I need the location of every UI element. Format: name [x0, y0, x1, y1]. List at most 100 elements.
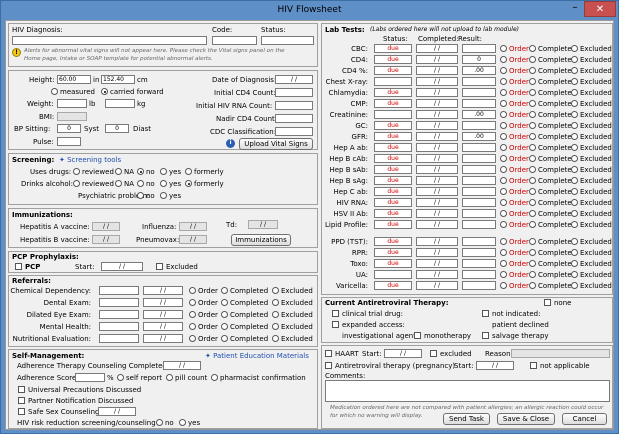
- lab-result-field[interactable]: [462, 270, 496, 279]
- risk-no-radio[interactable]: [156, 419, 163, 426]
- not-applicable-checkbox[interactable]: [530, 362, 537, 369]
- lab-excluded-radio[interactable]: [571, 56, 578, 63]
- haart-start-field[interactable]: / /: [384, 349, 422, 358]
- measured-radio[interactable]: [51, 88, 58, 95]
- lab-result-field[interactable]: [462, 259, 496, 268]
- lab-completed-date[interactable]: / /: [416, 99, 458, 108]
- risk-yes-radio[interactable]: [179, 419, 186, 426]
- expanded-access-checkbox[interactable]: [332, 321, 339, 328]
- referral-completed-radio[interactable]: [221, 335, 228, 342]
- referral-note-field[interactable]: [99, 298, 139, 307]
- universal-precautions-checkbox[interactable]: [18, 386, 25, 393]
- lab-completed-date[interactable]: / /: [416, 187, 458, 196]
- not-indicated-checkbox[interactable]: [482, 310, 489, 317]
- height-cm-field[interactable]: 152.40: [101, 75, 135, 84]
- bp-diastolic-field[interactable]: 0: [105, 124, 129, 133]
- lab-completed-radio[interactable]: [529, 199, 536, 206]
- pregnancy-start-field[interactable]: / /: [476, 361, 514, 370]
- lab-completed-radio[interactable]: [529, 260, 536, 267]
- lab-completed-date[interactable]: / /: [416, 121, 458, 130]
- lab-order-radio[interactable]: [500, 111, 507, 118]
- lab-completed-date[interactable]: / /: [416, 248, 458, 257]
- lab-excluded-radio[interactable]: [571, 89, 578, 96]
- drugs-reviewed-radio[interactable]: [73, 168, 80, 175]
- referral-note-field[interactable]: [99, 310, 139, 319]
- lab-result-field[interactable]: [462, 165, 496, 174]
- referral-date-field[interactable]: / /: [143, 310, 183, 319]
- referral-order-radio[interactable]: [189, 287, 196, 294]
- pcp-start-field[interactable]: / /: [101, 262, 143, 271]
- lab-excluded-radio[interactable]: [571, 238, 578, 245]
- alcohol-na-radio[interactable]: [115, 180, 122, 187]
- referral-excluded-radio[interactable]: [272, 323, 279, 330]
- safe-sex-date[interactable]: / /: [98, 407, 136, 416]
- lab-excluded-radio[interactable]: [571, 177, 578, 184]
- drugs-no-radio[interactable]: [137, 168, 144, 175]
- lab-result-field[interactable]: [462, 198, 496, 207]
- lab-order-radio[interactable]: [500, 166, 507, 173]
- lab-completed-radio[interactable]: [529, 89, 536, 96]
- clinical-trial-checkbox[interactable]: [332, 310, 339, 317]
- drugs-na-radio[interactable]: [115, 168, 122, 175]
- referral-date-field[interactable]: / /: [143, 286, 183, 295]
- referral-excluded-radio[interactable]: [272, 299, 279, 306]
- lab-completed-radio[interactable]: [529, 166, 536, 173]
- lab-excluded-radio[interactable]: [571, 144, 578, 151]
- lab-completed-radio[interactable]: [529, 210, 536, 217]
- lab-excluded-radio[interactable]: [571, 221, 578, 228]
- lab-completed-date[interactable]: / /: [416, 198, 458, 207]
- send-task-button[interactable]: Send Task: [443, 413, 490, 425]
- lab-excluded-radio[interactable]: [571, 100, 578, 107]
- lab-result-field[interactable]: .00: [462, 66, 496, 75]
- lab-order-radio[interactable]: [500, 249, 507, 256]
- haart-checkbox[interactable]: [325, 350, 332, 357]
- comments-field[interactable]: [325, 380, 610, 402]
- lab-result-field[interactable]: [462, 154, 496, 163]
- lab-completed-date[interactable]: / /: [416, 270, 458, 279]
- haart-excluded-checkbox[interactable]: [430, 350, 437, 357]
- lab-order-radio[interactable]: [500, 100, 507, 107]
- lab-completed-date[interactable]: / /: [416, 209, 458, 218]
- lab-excluded-radio[interactable]: [571, 133, 578, 140]
- lab-result-field[interactable]: [462, 176, 496, 185]
- referral-completed-radio[interactable]: [221, 299, 228, 306]
- lab-excluded-radio[interactable]: [571, 282, 578, 289]
- lab-order-radio[interactable]: [500, 144, 507, 151]
- referral-excluded-radio[interactable]: [272, 311, 279, 318]
- lab-result-field[interactable]: [462, 187, 496, 196]
- lab-completed-radio[interactable]: [529, 155, 536, 162]
- referral-excluded-radio[interactable]: [272, 335, 279, 342]
- lab-completed-radio[interactable]: [529, 177, 536, 184]
- lab-excluded-radio[interactable]: [571, 166, 578, 173]
- lab-result-field[interactable]: [462, 237, 496, 246]
- lab-completed-radio[interactable]: [529, 144, 536, 151]
- referral-completed-radio[interactable]: [221, 323, 228, 330]
- lab-completed-date[interactable]: / /: [416, 237, 458, 246]
- psych-yes-radio[interactable]: [160, 192, 167, 199]
- lab-order-radio[interactable]: [500, 282, 507, 289]
- lab-result-field[interactable]: [462, 44, 496, 53]
- lab-completed-date[interactable]: / /: [416, 165, 458, 174]
- referral-note-field[interactable]: [99, 322, 139, 331]
- referral-note-field[interactable]: [99, 334, 139, 343]
- lab-excluded-radio[interactable]: [571, 199, 578, 206]
- lab-excluded-radio[interactable]: [571, 45, 578, 52]
- referral-order-radio[interactable]: [189, 311, 196, 318]
- lab-result-field[interactable]: [462, 281, 496, 290]
- close-button[interactable]: ✕: [584, 1, 616, 17]
- lab-excluded-radio[interactable]: [571, 78, 578, 85]
- screening-tools-link[interactable]: ✦ Screening tools: [59, 156, 121, 164]
- alcohol-reviewed-radio[interactable]: [73, 180, 80, 187]
- lab-completed-date[interactable]: / /: [416, 88, 458, 97]
- weight-lb-field[interactable]: [57, 99, 87, 108]
- lab-completed-radio[interactable]: [529, 282, 536, 289]
- lab-excluded-radio[interactable]: [571, 188, 578, 195]
- lab-order-radio[interactable]: [500, 199, 507, 206]
- lab-result-field[interactable]: [462, 209, 496, 218]
- art-none-checkbox[interactable]: [544, 299, 551, 306]
- lab-completed-radio[interactable]: [529, 111, 536, 118]
- lab-completed-radio[interactable]: [529, 100, 536, 107]
- lab-completed-date[interactable]: / /: [416, 55, 458, 64]
- referral-completed-radio[interactable]: [221, 287, 228, 294]
- referral-completed-radio[interactable]: [221, 311, 228, 318]
